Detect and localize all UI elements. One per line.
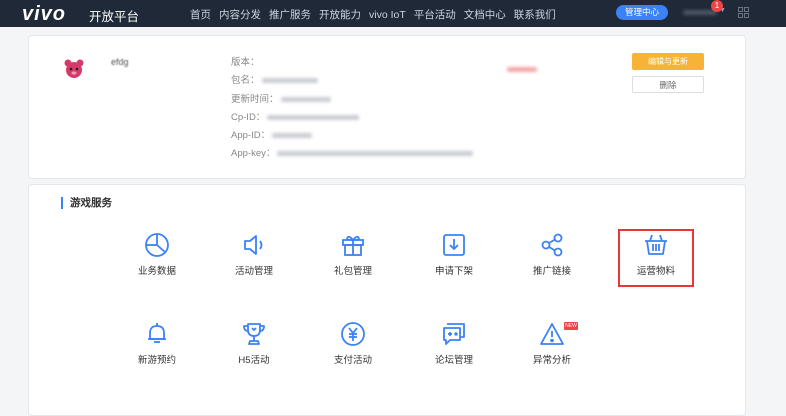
service-gift-management[interactable]: 礼包管理 [313,232,393,277]
service-label: 推广链接 [532,266,571,277]
nav-item-iot[interactable]: vivo IoT [369,9,406,21]
redacted-value [277,151,474,157]
service-h5-activity[interactable]: H5活动 [214,321,294,366]
trophy-icon [243,323,265,345]
redacted-value [280,96,331,102]
nav-item-promotion[interactable]: 推广服务 [269,9,311,21]
field-label: App-key： [231,148,276,160]
nav-item-content[interactable]: 内容分发 [219,9,261,21]
service-apply-takedown[interactable]: 申请下架 [414,232,494,277]
app-info-card: efdg 版本： 包名： 更新时间： Cp-ID： App-ID： App-ke… [28,35,746,179]
top-nav-bar: vivo 开放平台 首页 内容分发 推广服务 开放能力 vivo IoT 平台活动 文档中心… [0,0,786,27]
gift-icon [342,235,364,256]
service-label: 支付活动 [333,355,372,366]
field-label: App-ID： [231,130,271,142]
service-label: 礼包管理 [333,266,372,277]
nav-item-activities[interactable]: 平台活动 [414,9,456,21]
apps-grid-icon[interactable] [738,7,749,18]
service-activity-management[interactable]: 活动管理 [214,232,294,277]
field-cp-id: Cp-ID： [231,109,473,127]
username-redacted[interactable] [683,10,717,15]
service-label: 新游预约 [137,355,176,366]
delete-button[interactable]: 删除 [632,76,704,93]
service-business-data[interactable]: 业务数据 [117,232,197,277]
service-forum-management[interactable]: 论坛管理 [414,321,494,366]
notification-badge[interactable]: 1 [711,0,723,12]
field-app-id: App-ID： [231,127,473,145]
app-avatar-icon [55,50,93,88]
pie-chart-icon [145,233,169,257]
megaphone-icon [244,235,263,255]
main-nav: 首页 内容分发 推广服务 开放能力 vivo IoT 平台活动 文档中心 联系我们 [190,7,564,22]
forum-icon [443,323,465,345]
warning-icon [540,323,564,345]
nav-item-docs[interactable]: 文档中心 [464,9,506,21]
service-label: 论坛管理 [434,355,473,366]
redacted-value [267,114,360,120]
basket-icon [645,234,667,255]
field-label: 包名： [231,75,260,87]
service-label: 运营物料 [636,266,675,277]
status-indicator-redacted [507,67,537,72]
app-details: 版本： 包名： 更新时间： Cp-ID： App-ID： App-key： [231,54,474,164]
service-operation-materials[interactable]: 运营物料 [616,232,696,277]
app-name: efdg [111,57,129,67]
field-app-key: App-key： [231,145,474,163]
game-services-card: 游戏服务 业务数据 活动管理 礼包管理 申请下架 推广链接 运营物料 新游预约 … [28,184,746,416]
nav-item-open-capability[interactable]: 开放能力 [319,9,361,21]
manage-center-button[interactable]: 管理中心 [616,5,668,20]
download-box-icon [443,234,465,256]
service-label: 活动管理 [234,266,273,277]
edit-update-button[interactable]: 编辑与更新 [632,53,704,70]
vivo-logo[interactable]: vivo [22,3,66,26]
service-anomaly-analysis[interactable]: 异常分析 [512,321,592,366]
redacted-value [261,78,318,84]
field-updated: 更新时间： [231,91,473,109]
service-label: 申请下架 [434,266,473,277]
service-new-game-booking[interactable]: 新游预约 [117,321,197,366]
share-icon [541,233,563,257]
platform-title[interactable]: 开放平台 [89,6,139,25]
field-version: 版本： [231,54,473,72]
bell-icon [148,323,166,343]
new-badge: NEW [564,322,578,330]
nav-item-contact[interactable]: 联系我们 [514,9,556,21]
service-promo-link[interactable]: 推广链接 [512,232,592,277]
redacted-value [272,133,313,139]
field-label: 版本： [231,57,260,68]
yuan-icon [341,322,365,346]
nav-item-home[interactable]: 首页 [190,9,211,21]
field-label: 更新时间： [231,93,279,105]
service-label: 业务数据 [137,266,176,277]
field-label: Cp-ID： [231,111,266,123]
service-payment-activity[interactable]: 支付活动 [313,321,393,366]
service-label: H5活动 [238,355,270,366]
field-package: 包名： [231,72,473,90]
section-title: 游戏服务 [61,197,112,209]
service-label: 异常分析 [532,355,571,366]
